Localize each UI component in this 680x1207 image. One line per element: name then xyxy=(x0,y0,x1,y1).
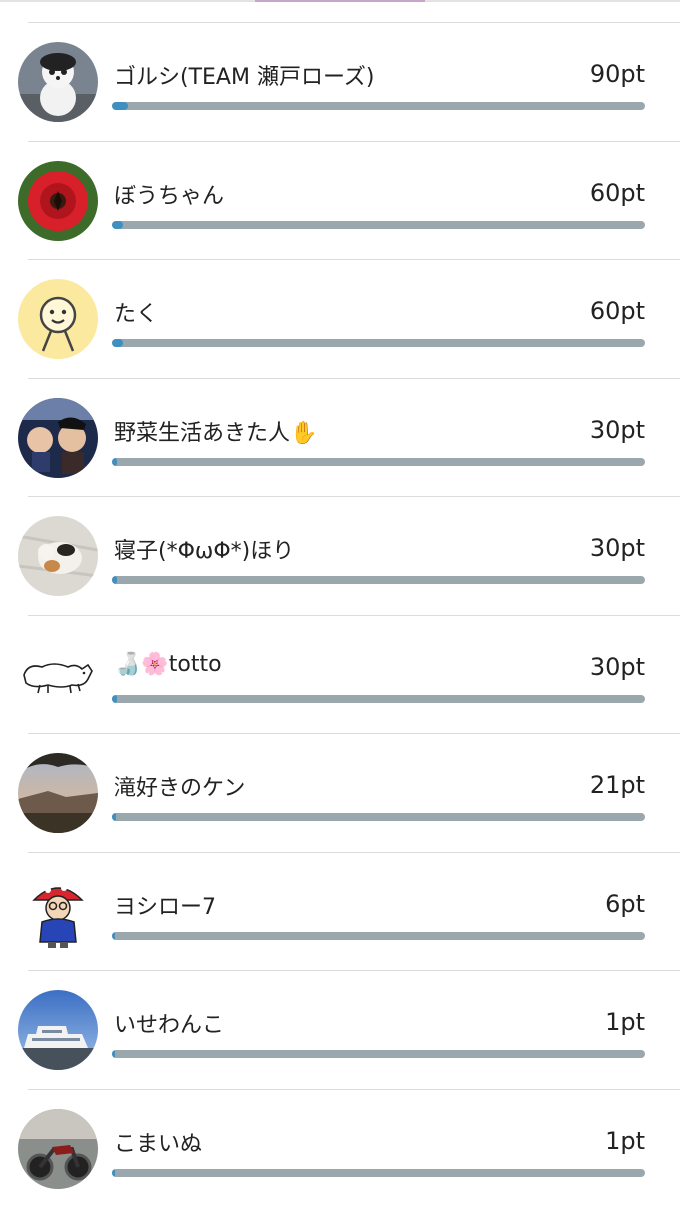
progress-bar xyxy=(112,458,645,466)
progress-bar xyxy=(112,221,645,229)
ferry-ship-avatar-icon[interactable] xyxy=(18,990,98,1070)
red-tulip-avatar-icon[interactable] xyxy=(18,161,98,241)
user-name[interactable]: こまいぬ xyxy=(114,1126,202,1158)
ranking-row[interactable]: ぼうちゃん 60pt xyxy=(28,141,680,260)
sheep-sketch-avatar-icon[interactable] xyxy=(18,635,98,715)
motorcycle-avatar-icon[interactable] xyxy=(18,1109,98,1189)
user-name[interactable]: 野菜生活あきた人✋ xyxy=(114,415,317,447)
points-value: 60pt xyxy=(590,179,645,207)
progress-bar xyxy=(112,576,645,584)
points-value: 30pt xyxy=(590,534,645,562)
progress-bar xyxy=(112,1169,645,1177)
ranking-row[interactable]: 🍶🌸totto 30pt xyxy=(28,615,680,734)
active-tab-indicator xyxy=(255,0,425,2)
user-name[interactable]: 寝子(*ΦωΦ*)ほり xyxy=(114,533,294,565)
ranking-row[interactable]: たく 60pt xyxy=(28,259,680,378)
progress-bar xyxy=(112,1050,645,1058)
user-name[interactable]: ヨシロー7 xyxy=(114,889,216,921)
points-value: 90pt xyxy=(590,60,645,88)
progress-bar xyxy=(112,813,645,821)
ranking-row[interactable]: こまいぬ 1pt xyxy=(28,1089,680,1207)
progress-fill xyxy=(112,1169,115,1177)
progress-bar xyxy=(112,339,645,347)
sunset-landscape-avatar-icon[interactable] xyxy=(18,753,98,833)
progress-bar xyxy=(112,695,645,703)
points-value: 6pt xyxy=(605,890,645,918)
progress-fill xyxy=(112,458,117,466)
progress-fill xyxy=(112,576,117,584)
progress-fill xyxy=(112,102,128,110)
progress-bar xyxy=(112,932,645,940)
user-name[interactable]: 🍶🌸totto xyxy=(114,652,222,677)
user-name[interactable]: たく xyxy=(114,296,158,328)
ranking-list: ゴルシ(TEAM 瀬戸ローズ) 90pt ぼうちゃん 60pt たく 60pt … xyxy=(0,22,680,1207)
progress-bar xyxy=(112,102,645,110)
progress-fill xyxy=(112,813,116,821)
progress-fill xyxy=(112,1050,115,1058)
user-name[interactable]: ゴルシ(TEAM 瀬戸ローズ) xyxy=(114,59,374,91)
default-face-avatar-icon[interactable] xyxy=(18,279,98,359)
progress-fill xyxy=(112,932,115,940)
progress-fill xyxy=(112,695,117,703)
points-value: 21pt xyxy=(590,771,645,799)
ranking-row[interactable]: 寝子(*ΦωΦ*)ほり 30pt xyxy=(28,496,680,615)
sleeping-cat-avatar-icon[interactable] xyxy=(18,516,98,596)
points-value: 30pt xyxy=(590,653,645,681)
user-name[interactable]: いせわんこ xyxy=(114,1007,224,1039)
two-people-avatar-icon[interactable] xyxy=(18,398,98,478)
ranking-row[interactable]: ヨシロー7 6pt xyxy=(28,852,680,971)
user-name[interactable]: 滝好きのケン xyxy=(114,770,245,802)
plush-toy-avatar-icon[interactable] xyxy=(18,42,98,122)
cartoon-mushroom-avatar-icon[interactable] xyxy=(18,872,98,952)
ranking-row[interactable]: 野菜生活あきた人✋ 30pt xyxy=(28,378,680,497)
ranking-row[interactable]: 滝好きのケン 21pt xyxy=(28,733,680,852)
progress-fill xyxy=(112,339,123,347)
user-name[interactable]: ぼうちゃん xyxy=(114,178,224,210)
ranking-row[interactable]: いせわんこ 1pt xyxy=(28,970,680,1089)
points-value: 1pt xyxy=(605,1008,645,1036)
points-value: 1pt xyxy=(605,1127,645,1155)
points-value: 30pt xyxy=(590,416,645,444)
progress-fill xyxy=(112,221,123,229)
points-value: 60pt xyxy=(590,297,645,325)
ranking-row[interactable]: ゴルシ(TEAM 瀬戸ローズ) 90pt xyxy=(28,22,680,141)
